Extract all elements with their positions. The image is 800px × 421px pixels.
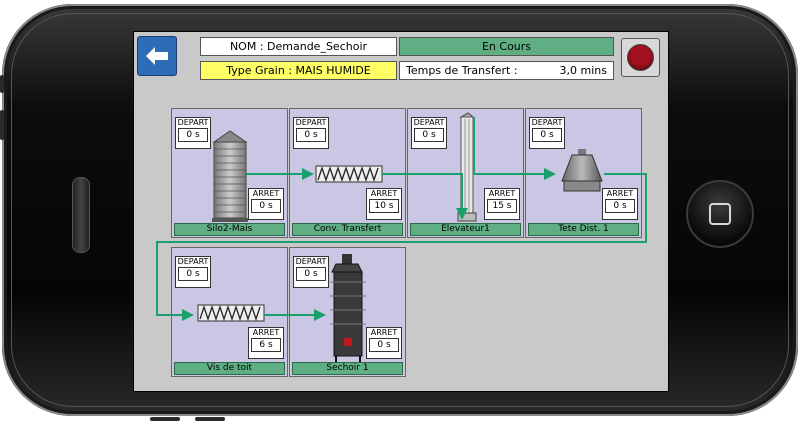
equipment-label: Elevateur1 (410, 223, 521, 236)
equipment-label: Vis de toit (174, 362, 285, 375)
bottom-button (150, 417, 180, 421)
equipment-cell-elevator[interactable]: DEPART 0 s ARRET 15 s Elevateur1 (407, 108, 524, 238)
grain-type: Type Grain : MAIS HUMIDE (200, 61, 397, 80)
side-switch (0, 75, 4, 93)
stop-icon (627, 44, 654, 71)
silo-icon (212, 130, 248, 222)
volume-button (0, 110, 4, 140)
transfer-time-value: 3,0 mins (559, 64, 607, 77)
status-text: En Cours (481, 40, 532, 53)
distributor-head-icon (561, 149, 603, 192)
equipment-cell-conveyor[interactable]: DEPART 0 s ARRET 10 s Conv. Transfert (289, 108, 406, 238)
hmi-screen: NOM : Demande_Sechoir Type Grain : MAIS … (133, 31, 669, 392)
equipment-cell-dryer[interactable]: DEPART 0 s ARRET 0 s Sechoir 1 (289, 247, 406, 377)
recipe-name-text: NOM : Demande_Sechoir (229, 40, 368, 53)
equipment-cell-screw[interactable]: DEPART 0 s ARRET 6 s Vis de toit (171, 247, 288, 377)
equipment-cell-silo[interactable]: DEPART 0 s ARRET 0 s Silo2-Mais (171, 108, 288, 238)
status-badge: En Cours (399, 37, 614, 56)
home-button[interactable] (686, 180, 754, 248)
conveyor-icon (315, 165, 383, 183)
equipment-label: Silo2-Mais (174, 223, 285, 236)
equipment-label: Conv. Transfert (292, 223, 403, 236)
elevator-icon (457, 112, 477, 222)
transfer-time: Temps de Transfert : 3,0 mins (399, 61, 614, 80)
equipment-label: Sechoir 1 (292, 362, 403, 375)
transfer-time-label: Temps de Transfert : (406, 64, 518, 77)
arrow-left-icon (146, 47, 168, 65)
recipe-name: NOM : Demande_Sechoir (200, 37, 397, 56)
dryer-icon (330, 254, 366, 362)
earpiece-speaker (72, 177, 90, 253)
bottom-button (195, 417, 225, 421)
equipment-cell-distributor[interactable]: DEPART 0 s ARRET 0 s Tete Dist. 1 (525, 108, 642, 238)
back-button[interactable] (137, 36, 177, 76)
equipment-label: Tete Dist. 1 (528, 223, 639, 236)
stop-button[interactable] (621, 38, 660, 77)
home-square-icon (709, 203, 731, 225)
grain-type-text: Type Grain : MAIS HUMIDE (226, 64, 371, 77)
screw-conveyor-icon (197, 304, 265, 322)
